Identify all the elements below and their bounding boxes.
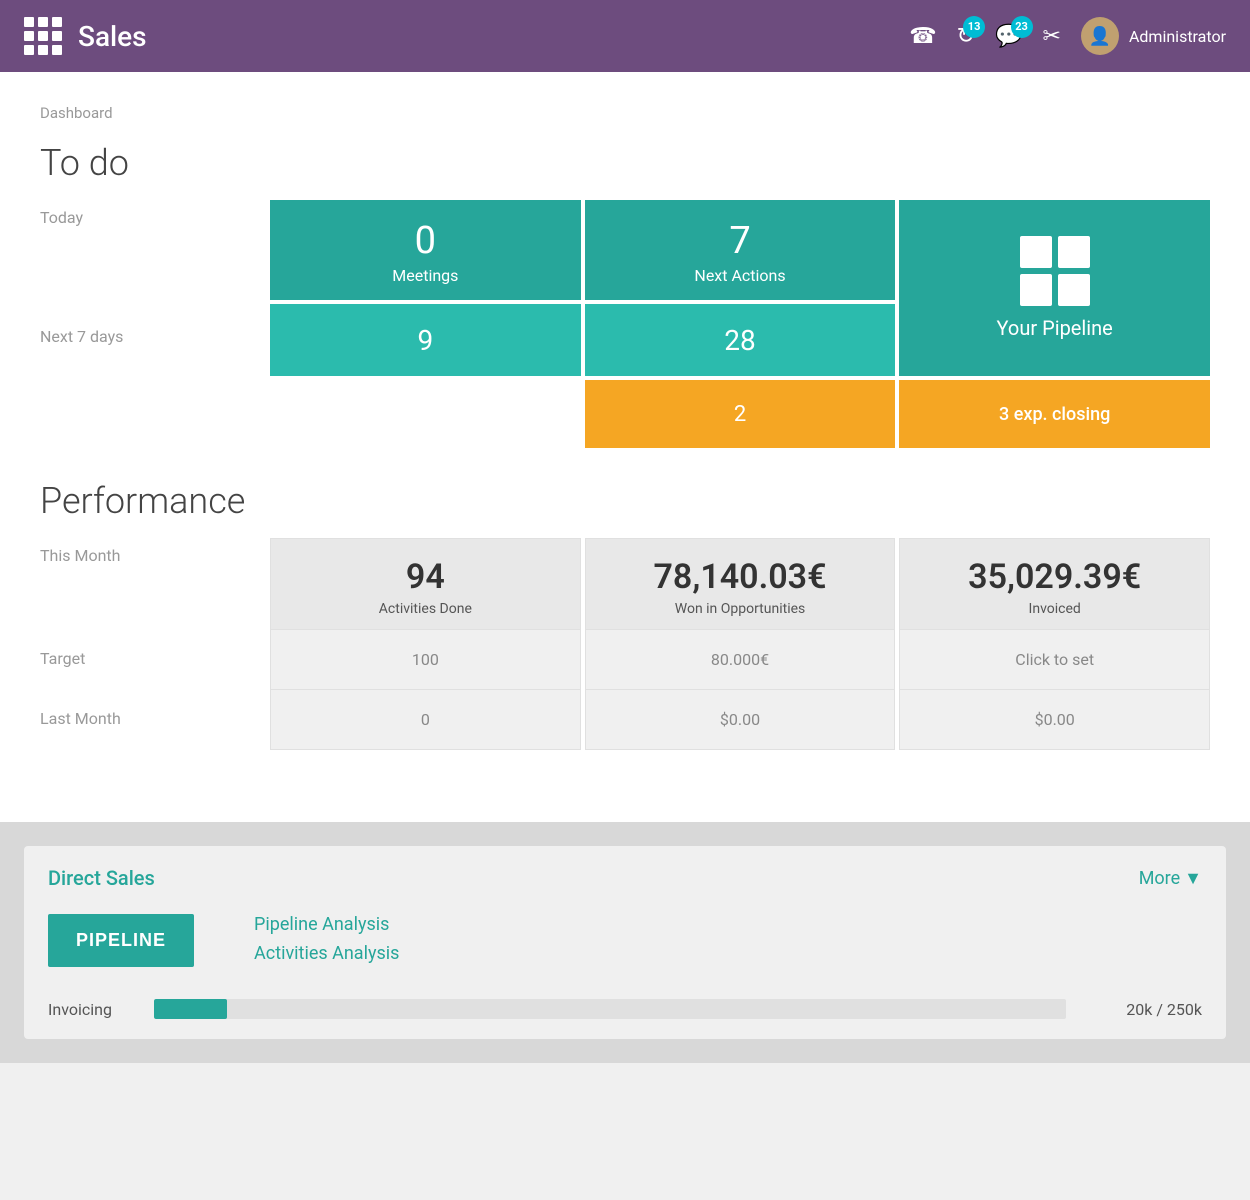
- todo-layout: Today Next 7 days 0 Meetings 9 7 Next Ac…: [40, 200, 1210, 448]
- analysis-links: Pipeline Analysis Activities Analysis: [254, 914, 399, 964]
- chat-badge: 23: [1011, 16, 1033, 38]
- invoiced-col: 35,029.39€ Invoiced Click to set $0.00: [899, 538, 1210, 750]
- refresh-badge: 13: [963, 16, 985, 38]
- todo-label-next7: Next 7 days: [40, 300, 270, 372]
- next-actions-overdue-count: 2: [734, 402, 746, 427]
- admin-menu[interactable]: 👤 Administrator: [1081, 17, 1226, 55]
- next-actions-label: Next Actions: [694, 266, 785, 285]
- phone-icon[interactable]: ☎: [909, 24, 936, 49]
- invoicing-progress-fill: [154, 999, 227, 1019]
- invoicing-progress-bar: [154, 999, 1066, 1019]
- sales-header: Direct Sales More ▼: [48, 866, 1202, 890]
- performance-section-label: Performance: [40, 480, 1210, 522]
- activities-col: 94 Activities Done 100 0: [270, 538, 581, 750]
- pipeline-card[interactable]: Your Pipeline: [899, 200, 1210, 376]
- next-actions-overdue-card[interactable]: 2: [585, 380, 896, 448]
- todo-row-labels: Today Next 7 days: [40, 200, 270, 448]
- activities-count: 94: [406, 557, 445, 597]
- performance-layout: This Month Target Last Month 94 Activiti…: [40, 538, 1210, 750]
- meetings-col: 0 Meetings 9: [270, 200, 581, 448]
- more-button[interactable]: More ▼: [1139, 868, 1202, 889]
- invoiced-last-month[interactable]: $0.00: [900, 689, 1209, 749]
- bottom-section: Direct Sales More ▼ PIPELINE Pipeline An…: [0, 822, 1250, 1063]
- activities-last-month[interactable]: 0: [271, 689, 580, 749]
- pipeline-icon: [1020, 236, 1090, 306]
- next-actions-today-count: 7: [729, 222, 750, 260]
- avatar: 👤: [1081, 17, 1119, 55]
- pipeline-col: Your Pipeline 3 exp. closing: [899, 200, 1210, 448]
- invoiced-target[interactable]: Click to set: [900, 629, 1209, 689]
- perf-label-target: Target: [40, 628, 270, 688]
- breadcrumb: Dashboard: [40, 104, 1210, 122]
- perf-row-labels: This Month Target Last Month: [40, 538, 270, 750]
- meetings-label: Meetings: [392, 266, 458, 285]
- more-label: More: [1139, 868, 1180, 889]
- won-target[interactable]: 80.000€: [586, 629, 895, 689]
- next-actions-next7-card[interactable]: 28: [585, 304, 896, 376]
- header-left: Sales: [24, 17, 147, 55]
- scissors-icon[interactable]: ✂: [1043, 24, 1061, 49]
- todo-section-label: To do: [40, 142, 1210, 184]
- won-count: 78,140.03€: [653, 557, 826, 597]
- activities-target[interactable]: 100: [271, 629, 580, 689]
- todo-grid: 0 Meetings 9 7 Next Actions 28 2: [270, 200, 1210, 448]
- pipeline-analysis-link[interactable]: Pipeline Analysis: [254, 914, 399, 935]
- meetings-today-count: 0: [415, 222, 436, 260]
- chat-icon[interactable]: 💬 23: [995, 24, 1022, 49]
- sales-body: PIPELINE Pipeline Analysis Activities An…: [48, 914, 1202, 967]
- sales-card: Direct Sales More ▼ PIPELINE Pipeline An…: [24, 846, 1226, 1039]
- refresh-icon[interactable]: ↻ 13: [957, 24, 975, 49]
- pipeline-closing-card[interactable]: 3 exp. closing: [899, 380, 1210, 448]
- invoicing-label: Invoicing: [48, 1000, 138, 1019]
- activities-top[interactable]: 94 Activities Done: [271, 539, 580, 629]
- pipeline-label: Your Pipeline: [997, 316, 1113, 340]
- perf-grid: 94 Activities Done 100 0 78,140.03€ Won …: [270, 538, 1210, 750]
- activities-label: Activities Done: [379, 601, 472, 617]
- pipeline-closing-label: 3 exp. closing: [999, 404, 1110, 425]
- app-header: Sales ☎ ↻ 13 💬 23 ✂ 👤 Administrator: [0, 0, 1250, 72]
- won-label: Won in Opportunities: [675, 601, 806, 617]
- meetings-today-card[interactable]: 0 Meetings: [270, 200, 581, 300]
- perf-label-this-month: This Month: [40, 538, 270, 628]
- app-title: Sales: [78, 20, 147, 53]
- won-top[interactable]: 78,140.03€ Won in Opportunities: [586, 539, 895, 629]
- activities-analysis-link[interactable]: Activities Analysis: [254, 943, 399, 964]
- invoiced-top[interactable]: 35,029.39€ Invoiced: [900, 539, 1209, 629]
- won-col: 78,140.03€ Won in Opportunities 80.000€ …: [585, 538, 896, 750]
- apps-icon[interactable]: [24, 17, 62, 55]
- meetings-next7-card[interactable]: 9: [270, 304, 581, 376]
- next-actions-today-card[interactable]: 7 Next Actions: [585, 200, 896, 300]
- meetings-next7-count: 9: [417, 324, 433, 357]
- invoicing-row: Invoicing 20k / 250k: [48, 999, 1202, 1019]
- more-chevron-icon: ▼: [1184, 868, 1202, 889]
- invoicing-value: 20k / 250k: [1082, 1000, 1202, 1019]
- pipeline-button[interactable]: PIPELINE: [48, 914, 194, 967]
- next-actions-col: 7 Next Actions 28 2: [585, 200, 896, 448]
- invoiced-count: 35,029.39€: [968, 557, 1141, 597]
- invoiced-label: Invoiced: [1029, 601, 1081, 617]
- todo-label-today: Today: [40, 200, 270, 300]
- header-right: ☎ ↻ 13 💬 23 ✂ 👤 Administrator: [909, 17, 1226, 55]
- admin-name: Administrator: [1129, 27, 1226, 46]
- next-actions-next7-count: 28: [724, 324, 755, 357]
- perf-label-last-month: Last Month: [40, 688, 270, 748]
- sales-title[interactable]: Direct Sales: [48, 866, 155, 890]
- won-last-month[interactable]: $0.00: [586, 689, 895, 749]
- main-content: Dashboard To do Today Next 7 days 0 Meet…: [0, 72, 1250, 822]
